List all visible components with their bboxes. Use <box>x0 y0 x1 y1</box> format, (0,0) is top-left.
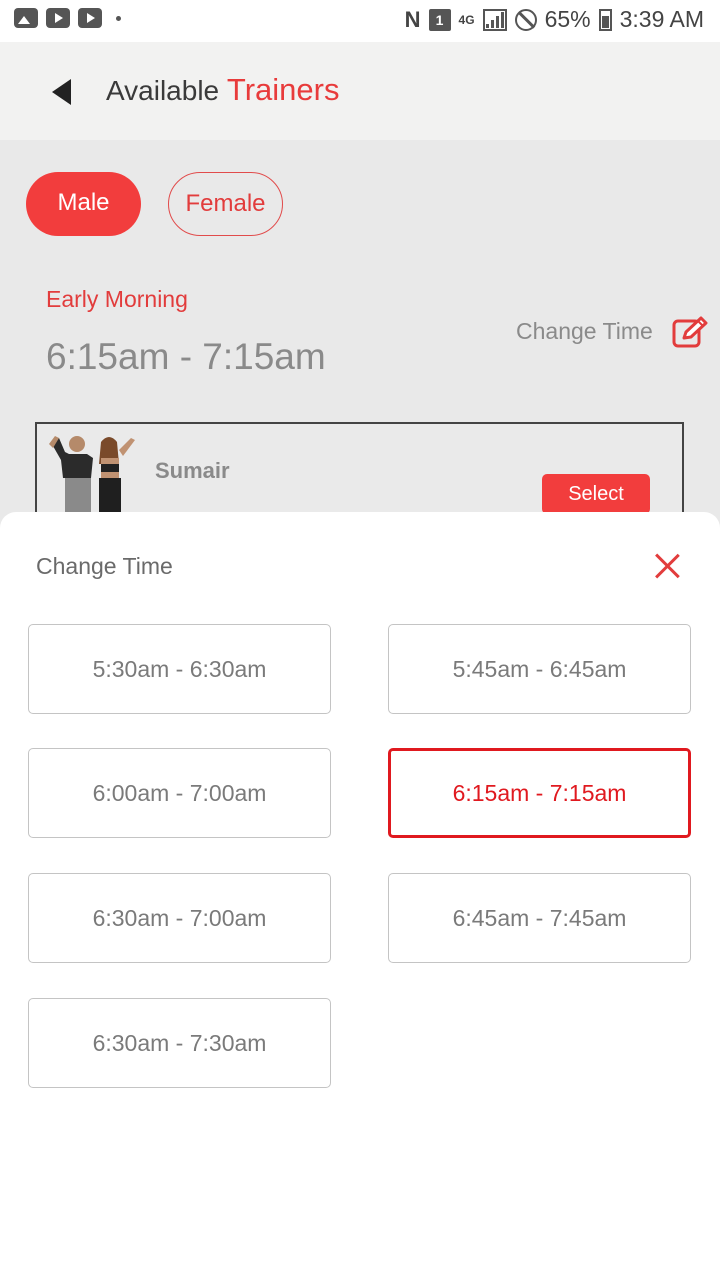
back-arrow-icon[interactable] <box>52 79 71 105</box>
time-slot-option[interactable]: 6:30am - 7:30am <box>28 998 331 1088</box>
status-bar: N 1 4G 65% 3:39 AM <box>0 0 720 42</box>
app-bar: Available Trainers <box>0 42 720 140</box>
slot-period-label: Early Morning <box>46 286 188 312</box>
network-type: 4G <box>458 12 475 27</box>
do-not-disturb-icon <box>514 8 537 31</box>
more-notifications-icon <box>116 15 121 21</box>
page-title-prefix: Available <box>106 75 220 106</box>
select-trainer-button[interactable]: Select <box>542 474 650 514</box>
time-slot-option[interactable]: 5:30am - 6:30am <box>28 624 331 714</box>
battery-icon <box>598 8 612 31</box>
trainer-name: Sumair <box>155 458 230 483</box>
signal-icon <box>482 8 507 31</box>
youtube-icon <box>46 8 70 28</box>
time-slot-option[interactable]: 5:45am - 6:45am <box>388 624 691 714</box>
change-time-link[interactable]: Change Time <box>516 318 653 345</box>
page-title: Available Trainers <box>106 72 339 108</box>
female-toggle-button[interactable]: Female <box>168 172 283 236</box>
edit-icon[interactable] <box>672 316 708 348</box>
page-title-accent: Trainers <box>226 72 340 107</box>
system-status: N 1 4G 65% 3:39 AM <box>405 6 704 33</box>
gallery-icon <box>14 8 38 28</box>
time-slot-option[interactable]: 6:45am - 7:45am <box>388 873 691 963</box>
close-icon[interactable] <box>654 553 680 579</box>
nfc-icon: N <box>404 6 421 32</box>
notification-icons <box>14 8 121 28</box>
clock: 3:39 AM <box>619 6 704 32</box>
time-slot-option[interactable]: 6:00am - 7:00am <box>28 748 331 838</box>
male-toggle-button[interactable]: Male <box>26 172 141 236</box>
time-slot-option[interactable]: 6:30am - 7:00am <box>28 873 331 963</box>
sheet-title: Change Time <box>36 553 173 579</box>
youtube-icon <box>78 8 102 28</box>
sim-slot-icon: 1 <box>428 8 451 31</box>
slot-time: 6:15am - 7:15am <box>46 336 326 377</box>
change-time-sheet: Change Time 5:30am - 6:30am 5:45am - 6:4… <box>0 512 720 1280</box>
battery-percent: 65% <box>544 6 591 32</box>
time-slot-option-selected[interactable]: 6:15am - 7:15am <box>388 748 691 838</box>
